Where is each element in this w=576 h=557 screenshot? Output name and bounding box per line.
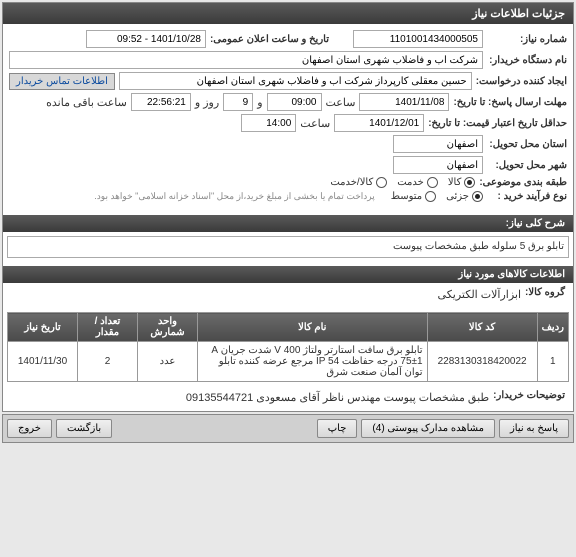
radio-service[interactable] (427, 177, 438, 188)
days-remaining-label: روز و (195, 96, 219, 109)
announce-field (86, 30, 206, 48)
back-button[interactable]: بازگشت (56, 419, 112, 438)
th-qty: تعداد / مقدار (78, 313, 138, 342)
requester-label: ایجاد کننده درخواست: (476, 76, 567, 87)
td-name: تابلو برق سافت استارتر ولتاژ V 400 شدت ج… (198, 342, 428, 382)
radio-goodservice-label: کالا/خدمت (330, 177, 373, 188)
need-desc-field: تابلو برق 5 سلوله طبق مشخصات پیوست (7, 236, 569, 258)
goods-info-title: اطلاعات کالاهای مورد نیاز (3, 266, 573, 283)
need-number-label: شماره نیاز: (487, 34, 567, 45)
time-remaining-label: ساعت باقی مانده (46, 96, 127, 109)
td-unit: عدد (138, 342, 198, 382)
deadline-label: مهلت ارسال پاسخ: تا تاریخ: (453, 97, 567, 108)
time-remaining-field (131, 93, 191, 111)
buyer-notes-label: توضیحات خریدار: (493, 390, 565, 401)
td-idx: 1 (537, 342, 568, 382)
table-row: 1 2283130318420022 تابلو برق سافت استارت… (8, 342, 569, 382)
validity-date-field (334, 114, 424, 132)
process-label: نوع فرآیند خرید : (487, 191, 567, 202)
days-remaining-field (223, 93, 253, 111)
need-number-field (353, 30, 483, 48)
radio-goods[interactable] (464, 177, 475, 188)
th-date: تاریخ نیاز (8, 313, 78, 342)
td-code: 2283130318420022 (427, 342, 537, 382)
hour-label-1: ساعت (326, 96, 356, 109)
radio-goods-label: کالا (448, 177, 462, 188)
requester-field (119, 72, 472, 90)
panel-title: جزئیات اطلاعات نیاز (3, 3, 573, 24)
th-name: نام کالا (198, 313, 428, 342)
attachments-button[interactable]: مشاهده مدارک پیوستی (4) (361, 419, 495, 438)
city-deliv-field (393, 156, 483, 174)
validity-label: حداقل تاریخ اعتبار قیمت: تا تاریخ: (428, 118, 567, 129)
reply-button[interactable]: پاسخ به نیاز (499, 419, 569, 438)
radio-medium[interactable] (425, 191, 436, 202)
day-and-label: و (257, 96, 262, 109)
buyer-contact-button[interactable]: اطلاعات تماس خریدار (9, 73, 115, 90)
radio-service-label: خدمت (397, 177, 424, 188)
city-exec-label: استان محل تحویل: (487, 139, 567, 150)
buyer-field (9, 51, 483, 69)
td-qty: 2 (78, 342, 138, 382)
announce-label: تاریخ و ساعت اعلان عمومی: (210, 34, 329, 45)
print-button[interactable]: چاپ (317, 419, 358, 438)
validity-hour-field (241, 114, 296, 132)
goods-table: ردیف کد کالا نام کالا واحد شمارش تعداد /… (7, 312, 569, 382)
need-desc-title: شرح کلی نیاز: (3, 215, 573, 232)
buyer-label: نام دستگاه خریدار: (487, 55, 567, 66)
footer-bar: پاسخ به نیاز مشاهده مدارک پیوستی (4) چاپ… (2, 414, 574, 443)
deadline-hour-field (267, 93, 322, 111)
process-note: پرداخت تمام یا بخشی از مبلغ خرید،از محل … (94, 191, 374, 202)
goods-group-value: ابزارآلات الکتریکی (438, 288, 521, 301)
th-code: کد کالا (427, 313, 537, 342)
td-date: 1401/11/30 (8, 342, 78, 382)
buyer-notes-value: طبق مشخصات پیوست مهندس ناظر آقای مسعودی … (186, 391, 489, 404)
hour-label-2: ساعت (300, 117, 330, 130)
city-exec-field (393, 135, 483, 153)
radio-medium-label: متوسط (391, 191, 422, 202)
topic-label: طبقه بندی موضوعی: (479, 177, 567, 188)
radio-partial-label: جزئی (446, 191, 469, 202)
city-deliv-label: شهر محل تحویل: (487, 160, 567, 171)
radio-partial[interactable] (472, 191, 483, 202)
goods-group-label: گروه کالا: (525, 287, 565, 298)
th-idx: ردیف (537, 313, 568, 342)
th-unit: واحد شمارش (138, 313, 198, 342)
radio-goodservice[interactable] (376, 177, 387, 188)
exit-button[interactable]: خروج (7, 419, 52, 438)
deadline-date-field (359, 93, 449, 111)
